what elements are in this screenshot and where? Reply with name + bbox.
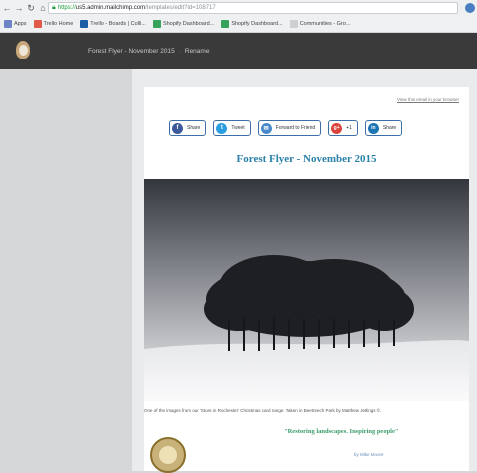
page-icon: [289, 20, 298, 28]
forward-icon[interactable]: →: [14, 2, 24, 14]
bookmarks-bar: Apps Trello Home Trello - Boards | Colli…: [0, 16, 477, 33]
rename-link[interactable]: Rename: [185, 48, 210, 55]
bookmark-label: Apps: [14, 21, 27, 27]
mailchimp-logo[interactable]: [0, 33, 48, 69]
lock-icon: 🔒︎: [52, 4, 56, 11]
bookmark-shopify-2[interactable]: Shopify Dashboard...: [221, 20, 283, 28]
url-path: /templates/edit?id=108717: [145, 5, 216, 11]
view-in-browser-link[interactable]: View this email in your browser: [397, 97, 459, 102]
shopify-icon: [221, 20, 230, 28]
tweet-button[interactable]: t Tweet: [213, 120, 251, 136]
editor-sidebar: [0, 69, 132, 471]
bookmark-trello-home[interactable]: Trello Home: [33, 20, 74, 28]
bookmark-label: Trello - Boards | Colli...: [90, 21, 146, 27]
bookmark-label: Shopify Dashboard...: [231, 21, 283, 27]
organisation-seal-logo: [150, 437, 186, 473]
google-plus-button[interactable]: g+ +1: [328, 120, 358, 136]
button-label: Forward to Friend: [275, 125, 316, 131]
extension-icon[interactable]: [465, 3, 475, 13]
chimp-icon: [14, 39, 34, 63]
email-canvas: View this email in your browser f Share …: [132, 69, 477, 473]
trello-icon: [33, 20, 42, 28]
address-bar[interactable]: 🔒︎ https:// us5.admin.mailchimp.com /tem…: [48, 2, 458, 14]
campaign-title: Forest Flyer - November 2015: [88, 47, 175, 55]
trello-icon: [80, 20, 89, 28]
tagline: "Restoring landscapes. Inspiring people": [284, 428, 399, 435]
app-header: Forest Flyer - November 2015 · Rename: [0, 33, 477, 69]
button-label: Tweet: [231, 125, 245, 131]
forward-to-friend-button[interactable]: ✉ Forward to Friend: [257, 120, 322, 136]
button-label: Share: [382, 125, 397, 131]
apps-icon: [4, 20, 12, 28]
bookmark-label: Shopify Dashboard...: [162, 21, 215, 27]
twitter-icon: t: [216, 122, 228, 134]
bookmark-apps[interactable]: Apps: [4, 20, 27, 28]
facebook-icon: f: [172, 122, 183, 134]
image-caption: One of the images from our 'Store in Roc…: [144, 408, 382, 413]
forward-icon: ✉: [260, 122, 272, 134]
bookmark-trello-boards[interactable]: Trello - Boards | Colli...: [80, 20, 146, 28]
byline-link[interactable]: by Mike Moore: [354, 452, 384, 457]
button-label: Share: [187, 125, 201, 131]
back-icon[interactable]: ←: [2, 2, 12, 14]
email-preview: View this email in your browser f Share …: [144, 87, 469, 473]
bookmark-label: Communities - Gro...: [299, 21, 351, 27]
url-scheme: https://: [57, 5, 76, 11]
hero-image[interactable]: [144, 179, 469, 401]
linkedin-share-button[interactable]: in Share: [364, 120, 403, 136]
bookmark-label: Trello Home: [43, 21, 74, 27]
shopify-icon: [152, 20, 161, 28]
facebook-share-button[interactable]: f Share: [169, 120, 207, 136]
email-headline: Forest Flyer - November 2015: [236, 153, 377, 165]
social-share-bar: f Share t Tweet ✉ Forward to Friend g+ +…: [169, 120, 403, 136]
home-icon[interactable]: ⌂: [38, 2, 48, 14]
linkedin-icon: in: [367, 122, 379, 134]
bookmark-communities[interactable]: Communities - Gro...: [289, 20, 351, 28]
bookmark-shopify-1[interactable]: Shopify Dashboard...: [152, 20, 215, 28]
browser-toolbar: ← → ↻ ⌂ 🔒︎ https:// us5.admin.mailchimp.…: [0, 0, 477, 16]
url-host: us5.admin.mailchimp.com: [75, 5, 146, 11]
google-plus-icon: g+: [331, 122, 343, 134]
reload-icon[interactable]: ↻: [26, 2, 36, 14]
button-label: +1: [346, 125, 352, 131]
snowy-trees-photo: [144, 179, 469, 401]
title-separator: ·: [178, 47, 181, 55]
